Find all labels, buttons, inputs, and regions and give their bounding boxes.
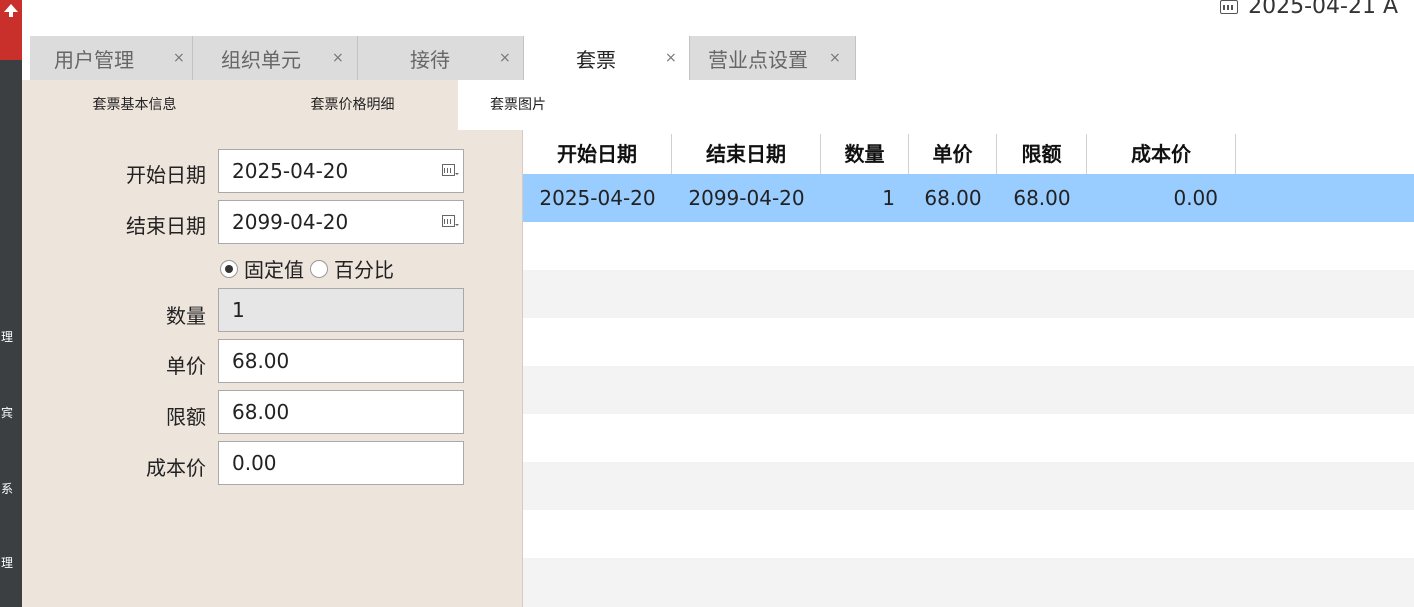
empty-row	[523, 558, 1414, 607]
table-row[interactable]: 2025-04-20 2099-04-20 1 68.00 68.00 0.00	[523, 174, 1414, 222]
radio-percentage[interactable]	[310, 259, 328, 278]
sidebar-item-1[interactable]: 理	[0, 328, 14, 345]
subtab-spacer	[578, 80, 1414, 130]
tab-label: 接待	[410, 47, 450, 72]
cost-price-field[interactable]: 0.00	[218, 441, 464, 485]
tab-label: 用户管理	[54, 47, 134, 72]
cell-limit: 68.00	[1013, 186, 1071, 210]
sidebar-item-3[interactable]: 系	[0, 480, 14, 497]
empty-row	[523, 414, 1414, 462]
cell-unit-price: 68.00	[924, 186, 982, 210]
subtab-price-details[interactable]: 套票价格明细	[247, 80, 458, 130]
start-date-label: 开始日期	[126, 163, 206, 187]
quantity-field: 1	[218, 288, 464, 332]
close-icon[interactable]: ×	[173, 50, 185, 66]
calendar-dropdown-icon[interactable]	[442, 215, 459, 227]
empty-row	[523, 222, 1414, 270]
empty-row	[523, 462, 1414, 510]
date-display[interactable]: 2025-04-21 A	[1220, 0, 1398, 19]
tab-package-ticket[interactable]: 套票 ×	[524, 36, 690, 80]
tab-user-management[interactable]: 用户管理 ×	[30, 36, 193, 80]
sidebar-item-4[interactable]: 理	[0, 554, 14, 571]
cell-quantity: 1	[882, 186, 895, 210]
price-form: 开始日期 2025-04-20 结束日期 2099-04-20 固定值 百分比 …	[22, 130, 523, 607]
tab-label: 营业点设置	[708, 47, 808, 72]
start-date-field[interactable]: 2025-04-20	[218, 149, 464, 193]
calendar-dropdown-icon[interactable]	[442, 164, 459, 176]
close-icon[interactable]: ×	[665, 50, 677, 66]
left-sidebar: 理 宾 系 理	[0, 0, 22, 607]
close-icon[interactable]: ×	[499, 50, 511, 66]
end-date-field[interactable]: 2099-04-20	[218, 200, 464, 244]
column-header-unit-price[interactable]: 单价	[909, 134, 997, 174]
column-header-limit[interactable]: 限额	[997, 134, 1087, 174]
sidebar-item-2[interactable]: 宾	[0, 404, 14, 421]
end-date-label: 结束日期	[126, 214, 206, 238]
limit-field[interactable]: 68.00	[218, 390, 464, 434]
tab-org-unit[interactable]: 组织单元 ×	[193, 36, 358, 80]
end-date-value: 2099-04-20	[232, 210, 349, 234]
empty-row	[523, 318, 1414, 366]
current-date: 2025-04-21 A	[1248, 0, 1398, 19]
empty-row	[523, 366, 1414, 414]
close-icon[interactable]: ×	[829, 50, 841, 66]
cell-cost-price: 0.00	[1173, 186, 1218, 210]
main-tabs: 用户管理 × 组织单元 × 接待 × 套票 × 营业点设置 ×	[22, 32, 1414, 81]
cost-price-label: 成本价	[146, 456, 206, 480]
radio-percentage-label[interactable]: 百分比	[334, 254, 394, 283]
cell-start-date: 2025-04-20	[539, 186, 656, 210]
quantity-label: 数量	[166, 304, 206, 328]
radio-fixed-label[interactable]: 固定值	[244, 254, 304, 283]
subtab-images[interactable]: 套票图片	[458, 80, 578, 130]
column-header-start-date[interactable]: 开始日期	[523, 134, 672, 174]
limit-label: 限额	[166, 405, 206, 429]
table-header: 开始日期 结束日期 数量 单价 限额 成本价	[523, 134, 1414, 174]
price-detail-table: 开始日期 结束日期 数量 单价 限额 成本价 2025-04-20 2099-0…	[523, 130, 1414, 607]
tab-label: 套票	[576, 47, 616, 72]
home-button[interactable]	[0, 0, 22, 60]
calendar-icon	[1220, 0, 1239, 14]
up-arrow-stem	[9, 11, 13, 17]
tab-business-point-settings[interactable]: 营业点设置 ×	[690, 36, 856, 80]
empty-row	[523, 270, 1414, 318]
unit-price-field[interactable]: 68.00	[218, 339, 464, 383]
radio-fixed-value[interactable]	[220, 259, 238, 278]
column-header-end-date[interactable]: 结束日期	[672, 134, 821, 174]
column-header-cost-price[interactable]: 成本价	[1087, 134, 1236, 174]
price-type-radio-group: 固定值 百分比	[220, 254, 394, 283]
cell-end-date: 2099-04-20	[688, 186, 805, 210]
top-bar: 2025-04-21 A	[22, 0, 1414, 33]
sub-tabs: 套票基本信息 套票价格明细 套票图片	[22, 80, 1414, 130]
empty-row	[523, 510, 1414, 558]
subtab-basic-info[interactable]: 套票基本信息	[22, 80, 247, 130]
start-date-value: 2025-04-20	[232, 159, 349, 183]
close-icon[interactable]: ×	[332, 50, 344, 66]
column-header-quantity[interactable]: 数量	[821, 134, 909, 174]
tab-reception[interactable]: 接待 ×	[358, 36, 524, 80]
tab-label: 组织单元	[221, 47, 301, 72]
unit-price-label: 单价	[166, 354, 206, 378]
